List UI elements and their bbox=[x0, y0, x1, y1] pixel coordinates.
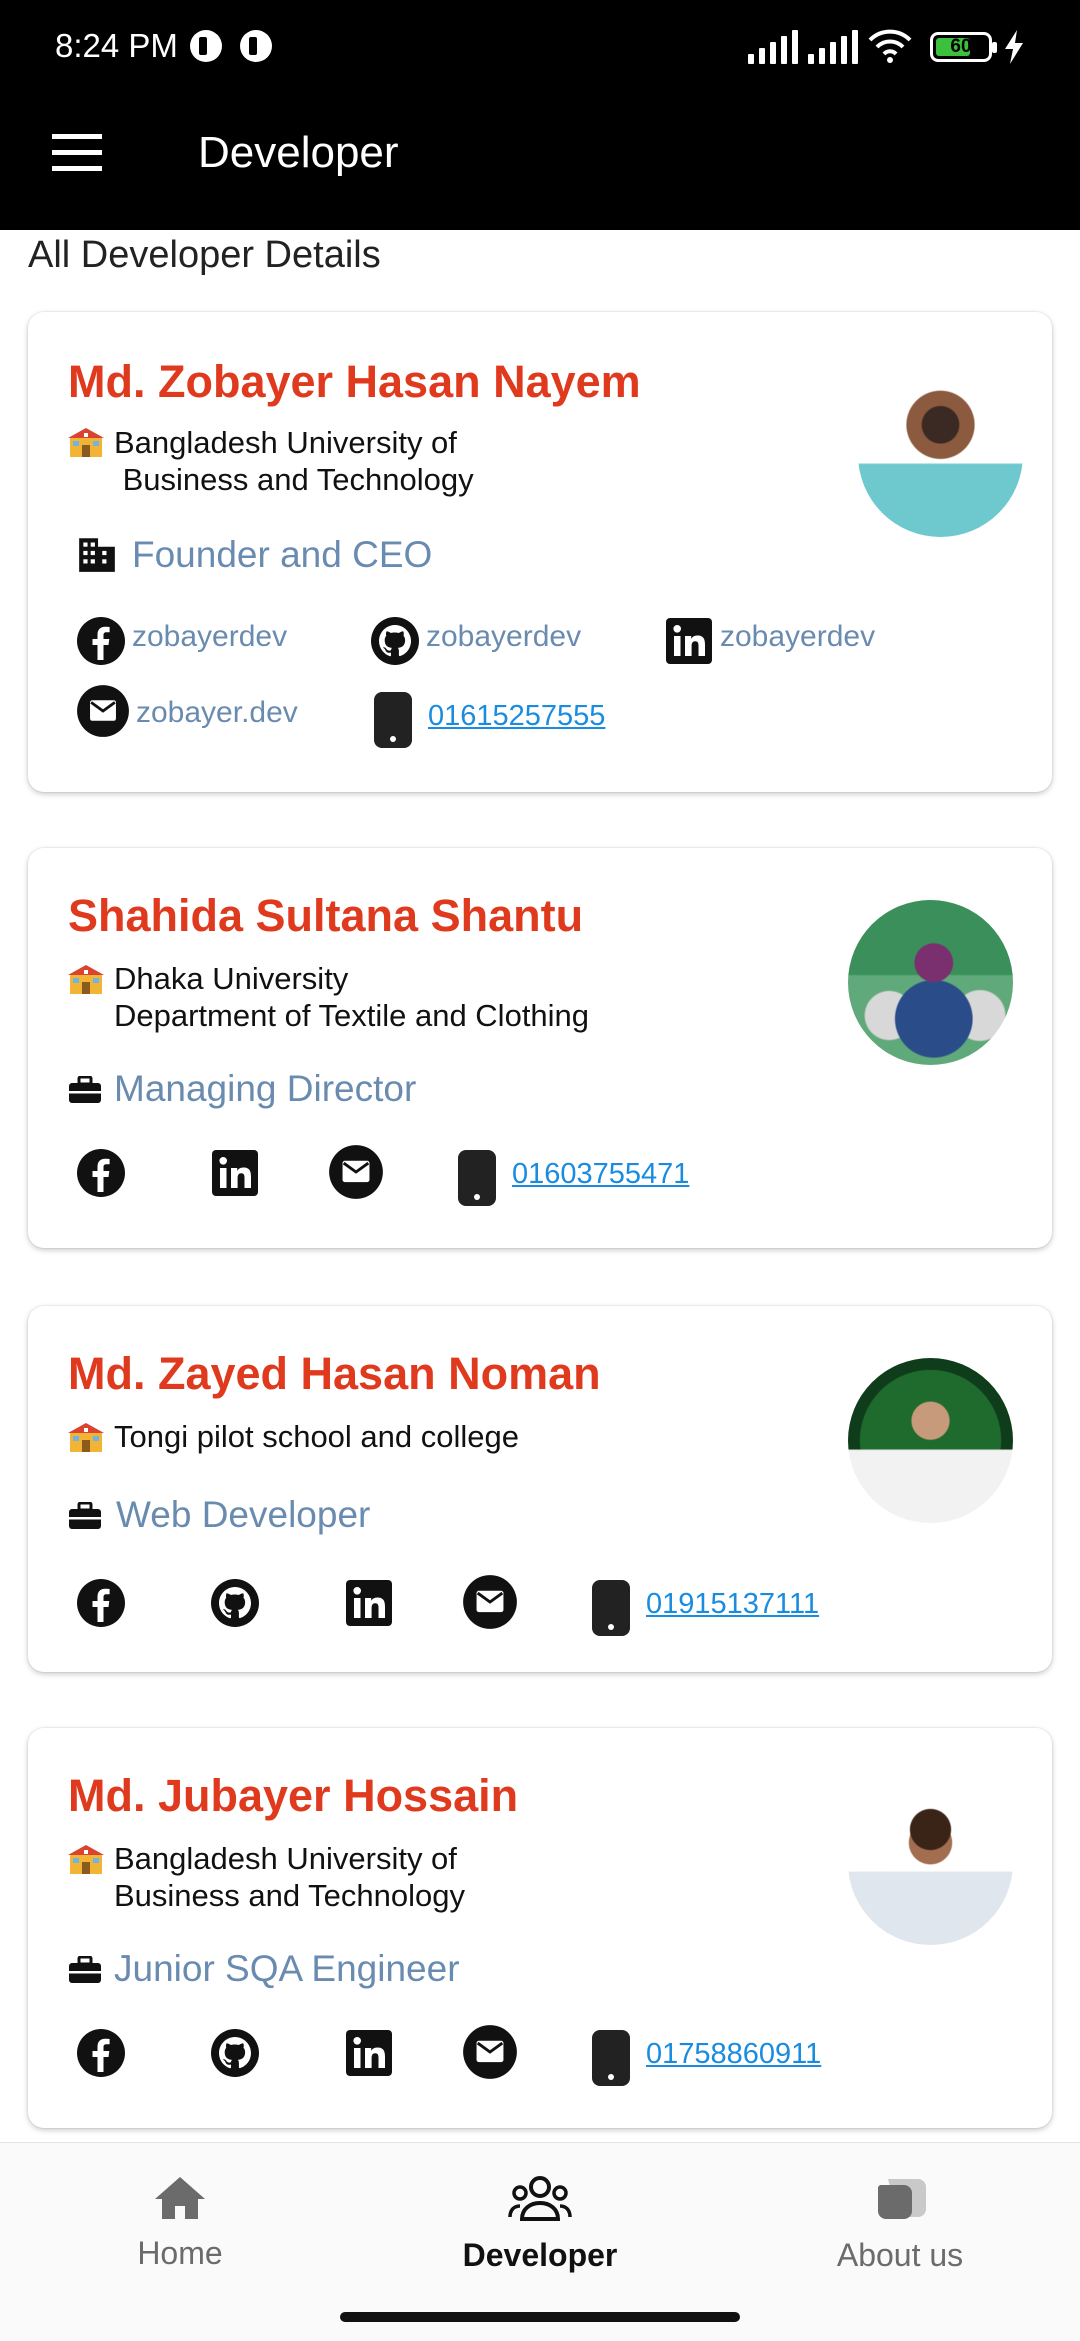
linkedin-icon[interactable] bbox=[344, 1578, 394, 1628]
email-handle[interactable]: zobayer.dev bbox=[136, 696, 298, 730]
developer-school: Dhaka University Department of Textile a… bbox=[114, 961, 590, 1033]
section-title: All Developer Details bbox=[28, 234, 381, 276]
menu-button[interactable] bbox=[48, 130, 106, 176]
menu-icon bbox=[52, 134, 102, 139]
building-icon bbox=[76, 532, 118, 574]
nav-developer-label: Developer bbox=[462, 2237, 618, 2273]
school-icon bbox=[68, 427, 104, 459]
avatar bbox=[848, 1780, 1013, 1945]
phone-icon bbox=[592, 2030, 630, 2086]
phone-link[interactable]: 01758860911 bbox=[646, 2038, 821, 2071]
nav-home[interactable]: Home bbox=[50, 2173, 310, 2272]
github-icon[interactable] bbox=[370, 616, 420, 666]
developer-card: Md. Jubayer Hossain Bangladesh Universit… bbox=[28, 1728, 1052, 2128]
notification-icon-2 bbox=[240, 30, 272, 62]
developer-school: Bangladesh University of Business and Te… bbox=[114, 1841, 466, 1913]
facebook-icon[interactable] bbox=[76, 2028, 126, 2078]
email-icon[interactable] bbox=[76, 684, 130, 738]
linkedin-icon[interactable] bbox=[664, 616, 714, 666]
avatar bbox=[848, 900, 1013, 1065]
linkedin-icon[interactable] bbox=[344, 2028, 394, 2078]
gesture-handle[interactable] bbox=[340, 2312, 740, 2322]
status-bar: 8:24 PM 60 bbox=[0, 0, 1080, 100]
signal-icon-2 bbox=[808, 30, 858, 64]
developer-name: Md. Zayed Hasan Noman bbox=[68, 1348, 601, 1399]
battery-icon: 60 bbox=[930, 32, 997, 62]
developer-name: Shahida Sultana Shantu bbox=[68, 890, 584, 941]
avatar bbox=[858, 372, 1023, 537]
email-icon[interactable] bbox=[328, 1144, 384, 1200]
linkedin-icon[interactable] bbox=[210, 1148, 260, 1198]
charging-icon bbox=[1005, 30, 1023, 64]
briefcase-icon bbox=[68, 1502, 102, 1530]
page-title: Developer bbox=[198, 128, 399, 177]
status-time: 8:24 PM bbox=[55, 27, 178, 64]
people-icon bbox=[508, 2176, 572, 2221]
developer-role: Managing Director bbox=[114, 1068, 417, 1109]
app-header: 8:24 PM 60 Developer bbox=[0, 0, 1080, 230]
avatar bbox=[848, 1358, 1013, 1523]
signal-icon bbox=[748, 30, 798, 64]
wifi-icon bbox=[868, 29, 912, 63]
school-icon bbox=[68, 1422, 104, 1454]
github-icon[interactable] bbox=[210, 1578, 260, 1628]
developer-role: Founder and CEO bbox=[132, 534, 433, 575]
developer-name: Md. Jubayer Hossain bbox=[68, 1770, 519, 1821]
about-icon bbox=[878, 2179, 926, 2219]
facebook-icon[interactable] bbox=[76, 1148, 126, 1198]
briefcase-icon bbox=[68, 1076, 102, 1104]
nav-developer[interactable]: Developer bbox=[410, 2173, 670, 2274]
phone-link[interactable]: 01915137111 bbox=[646, 1588, 819, 1621]
developer-role: Junior SQA Engineer bbox=[114, 1948, 460, 1989]
facebook-icon[interactable] bbox=[76, 1578, 126, 1628]
home-icon bbox=[155, 2177, 205, 2219]
linkedin-handle[interactable]: zobayerdev bbox=[720, 620, 875, 654]
briefcase-icon bbox=[68, 1956, 102, 1984]
nav-about-label: About us bbox=[836, 2237, 964, 2273]
email-icon[interactable] bbox=[462, 2024, 518, 2080]
email-icon[interactable] bbox=[462, 1574, 518, 1630]
facebook-icon[interactable] bbox=[76, 616, 126, 666]
developer-card: Md. Zayed Hasan Noman Tongi pilot school… bbox=[28, 1306, 1052, 1672]
phone-icon bbox=[374, 692, 412, 748]
developer-card: Md. Zobayer Hasan Nayem Bangladesh Unive… bbox=[28, 312, 1052, 792]
school-icon bbox=[68, 964, 104, 996]
phone-link[interactable]: 01615257555 bbox=[428, 700, 605, 733]
battery-level: 60 bbox=[950, 36, 972, 57]
nav-about[interactable]: About us bbox=[770, 2173, 1030, 2274]
phone-icon bbox=[458, 1150, 496, 1206]
developer-name: Md. Zobayer Hasan Nayem bbox=[68, 356, 641, 407]
github-icon[interactable] bbox=[210, 2028, 260, 2078]
github-handle[interactable]: zobayerdev bbox=[426, 620, 581, 654]
developer-card: Shahida Sultana Shantu Dhaka University … bbox=[28, 848, 1052, 1248]
notification-icon bbox=[190, 30, 222, 62]
nav-home-label: Home bbox=[137, 2235, 223, 2271]
developer-school: Bangladesh University of Business and Te… bbox=[114, 425, 474, 497]
facebook-handle[interactable]: zobayerdev bbox=[132, 620, 287, 654]
phone-icon bbox=[592, 1580, 630, 1636]
school-icon bbox=[68, 1844, 104, 1876]
developer-school: Tongi pilot school and college bbox=[114, 1419, 519, 1454]
developer-role: Web Developer bbox=[116, 1494, 371, 1535]
phone-link[interactable]: 01603755471 bbox=[512, 1158, 689, 1191]
